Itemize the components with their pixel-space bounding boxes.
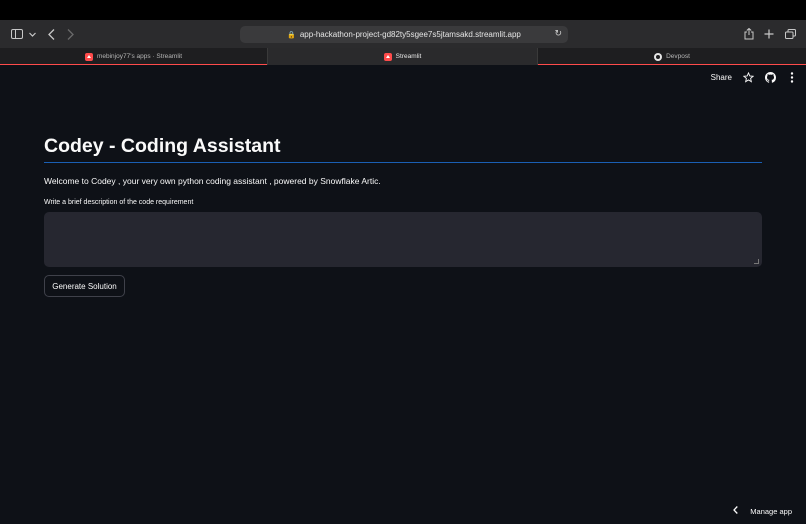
streamlit-favicon-icon (84, 52, 93, 61)
share-icon[interactable] (743, 20, 755, 48)
resize-handle-icon[interactable] (754, 259, 759, 264)
star-icon[interactable] (742, 71, 754, 83)
lock-icon: 🔒 (287, 31, 296, 39)
reload-icon[interactable]: ↻ (554, 28, 562, 39)
description-textarea[interactable] (44, 212, 762, 267)
tab-overview-icon[interactable] (784, 20, 796, 48)
chevron-down-icon[interactable] (27, 20, 37, 48)
title-divider (44, 162, 762, 163)
tab-label: mebinjoy77's apps · Streamlit (96, 53, 183, 60)
tab-streamlit-apps[interactable]: mebinjoy77's apps · Streamlit (0, 48, 268, 65)
new-tab-icon[interactable] (763, 20, 775, 48)
share-button[interactable]: Share (711, 73, 732, 82)
tab-bar: mebinjoy77's apps · Streamlit Streamlit … (0, 48, 806, 65)
streamlit-favicon-icon (383, 52, 392, 61)
more-vertical-icon[interactable] (786, 71, 798, 83)
github-icon[interactable] (764, 71, 776, 83)
page-title: Codey - Coding Assistant (44, 135, 281, 157)
tab-streamlit[interactable]: Streamlit (268, 48, 537, 65)
manage-app-button[interactable]: Manage app (733, 506, 792, 516)
tab-label: Streamlit (395, 53, 422, 60)
main-content: Codey - Coding Assistant Welcome to Code… (44, 132, 762, 297)
sidebar-toggle-icon[interactable] (10, 20, 24, 48)
welcome-text: Welcome to Codey , your very own python … (44, 176, 381, 186)
manage-app-label: Manage app (750, 506, 792, 516)
devpost-favicon-icon (654, 52, 663, 61)
generate-solution-button[interactable]: Generate Solution (44, 275, 125, 297)
back-arrow-icon[interactable] (45, 20, 57, 48)
app-header: Share (711, 68, 798, 86)
url-text: app-hackathon-project-gd82ty5sgee7s5jtam… (299, 30, 521, 39)
address-bar[interactable]: 🔒 app-hackathon-project-gd82ty5sgee7s5jt… (240, 26, 568, 43)
tab-devpost[interactable]: Devpost (537, 48, 806, 65)
description-input-label: Write a brief description of the code re… (44, 199, 194, 206)
tab-label: Devpost (666, 53, 690, 60)
window-top-bar (0, 0, 806, 20)
chevron-left-icon (733, 506, 739, 516)
forward-arrow-icon[interactable] (64, 20, 76, 48)
